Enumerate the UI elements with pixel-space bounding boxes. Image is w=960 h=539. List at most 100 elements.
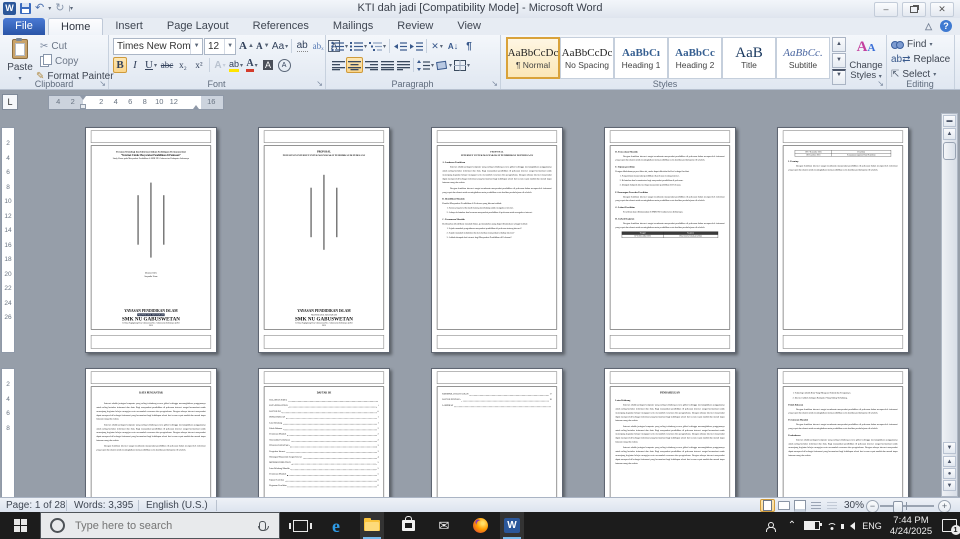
show-hidden-icons-button[interactable]: ⌃ <box>784 512 800 539</box>
ribbon-tab[interactable]: Insert <box>103 18 155 35</box>
change-styles-button[interactable]: AA Change Styles ▾ <box>848 37 884 84</box>
align-center-button[interactable] <box>346 57 363 73</box>
edge-button[interactable]: e <box>324 512 348 539</box>
tab-stop-selector[interactable]: L <box>2 94 18 110</box>
word-taskbar-button[interactable]: W <box>500 512 524 539</box>
ribbon-tab[interactable]: Home <box>48 18 104 35</box>
clipboard-dialog-launcher-icon[interactable]: ↘ <box>99 79 106 88</box>
character-shading-button[interactable]: A <box>260 57 276 73</box>
taskbar-search[interactable] <box>40 512 280 539</box>
start-button[interactable] <box>0 512 40 539</box>
style-item[interactable]: AaBbCc Heading 2 <box>668 37 722 79</box>
vertical-scrollbar[interactable]: ▬ ▲ ▼ ▲ ● ▼ <box>941 113 958 497</box>
shrink-font-button[interactable]: A ▼ <box>255 38 271 54</box>
left-indent-marker[interactable] <box>80 104 86 109</box>
file-explorer-button[interactable] <box>360 512 384 539</box>
restore-button[interactable] <box>902 2 926 17</box>
styles-dialog-launcher-icon[interactable]: ↘ <box>877 79 884 88</box>
language-tray-button[interactable]: ENG <box>860 512 884 539</box>
ribbon-tab[interactable]: View <box>445 18 493 35</box>
word-count-status[interactable]: Words: 3,395 <box>74 499 133 512</box>
justify-button[interactable] <box>379 57 395 73</box>
firefox-button[interactable] <box>468 512 492 539</box>
store-button[interactable] <box>396 512 420 539</box>
font-size-combo[interactable]: 12 ▼ <box>204 38 236 55</box>
multilevel-list-button[interactable]: ▾ <box>368 38 387 54</box>
style-item[interactable]: AaBbCcDc No Spacing <box>560 37 614 79</box>
styles-scroll-down-icon[interactable]: ▼ <box>832 53 846 68</box>
web-layout-view-button[interactable] <box>792 499 807 512</box>
phonetic-guide-button[interactable]: ab <box>294 38 310 54</box>
volume-tray-icon[interactable] <box>840 512 860 539</box>
find-button[interactable]: Find ▾ <box>891 38 932 51</box>
line-spacing-button[interactable]: ▾ <box>416 57 435 73</box>
asian-layout-button[interactable]: ✕ ▾ <box>429 38 445 54</box>
bullets-button[interactable]: ▾ <box>330 38 349 54</box>
grow-font-button[interactable]: A ▲ <box>238 38 255 54</box>
battery-tray-icon[interactable] <box>802 512 822 539</box>
view-ruler-toggle-icon[interactable]: ▬ <box>943 115 956 127</box>
document-page[interactable]: PENDAHULUAN Latar Belakang Internet adal… <box>604 368 736 497</box>
font-color-button[interactable]: A ▾ <box>244 57 260 73</box>
bold-button[interactable]: B <box>113 57 127 73</box>
first-line-indent-marker[interactable] <box>80 96 86 100</box>
ribbon-tab[interactable]: Page Layout <box>155 18 241 35</box>
document-page[interactable]: KATA PENGANTAR Internet adalah jaringan … <box>85 368 217 497</box>
scroll-up-icon[interactable]: ▲ <box>943 128 956 140</box>
people-tray-button[interactable] <box>760 512 780 539</box>
mail-button[interactable]: ✉ <box>432 512 456 539</box>
draft-view-button[interactable] <box>824 499 839 512</box>
font-name-dropdown-icon[interactable]: ▼ <box>190 39 202 54</box>
language-status[interactable]: English (U.S.) <box>146 499 208 512</box>
paste-button[interactable]: Paste ▾ <box>4 37 36 84</box>
style-item[interactable]: AaBbCı Heading 1 <box>614 37 668 79</box>
document-page[interactable]: DAFTAR ISI HALAMAN JUDUL KATA PENGANTAR i D… <box>258 368 390 497</box>
outline-view-button[interactable] <box>808 499 823 512</box>
document-page[interactable]: KESIMPULAN DAN SARAN 17 DAFTAR PUSTAKA 18 LA… <box>431 368 563 497</box>
style-item[interactable]: AaBbCc. Subtitle <box>776 37 830 79</box>
document-page[interactable]: Teknologi Adalah Ilmu Yang Mengenai Tekn… <box>777 368 909 497</box>
previous-page-icon[interactable]: ▲ <box>943 456 956 467</box>
wifi-tray-icon[interactable] <box>822 512 842 539</box>
document-page[interactable]: Peranan Teknologi dan Informasi dalam Ke… <box>85 127 217 353</box>
zoom-slider-track[interactable] <box>880 505 934 507</box>
distribute-button[interactable] <box>395 57 411 73</box>
next-page-icon[interactable]: ▼ <box>943 480 956 491</box>
action-center-button[interactable]: 1 <box>940 512 960 539</box>
sort-button[interactable]: A ↓ <box>445 38 461 54</box>
font-dialog-launcher-icon[interactable]: ↘ <box>316 79 323 88</box>
styles-more-icon[interactable]: ▼ <box>832 69 846 85</box>
copy-button[interactable]: Copy <box>40 53 78 68</box>
close-button[interactable]: ✕ <box>930 2 954 17</box>
superscript-button[interactable]: x² <box>191 57 207 73</box>
font-size-dropdown-icon[interactable]: ▼ <box>224 39 235 54</box>
zoom-level[interactable]: 30% <box>844 499 864 512</box>
select-browse-object-icon[interactable]: ● <box>943 468 956 479</box>
document-page[interactable]: D. Pemecahan Masalah Dengan demikian int… <box>604 127 736 353</box>
italic-button[interactable]: I <box>127 57 143 73</box>
font-name-combo[interactable]: Times New Roman▼ <box>113 38 203 55</box>
vertical-ruler-row2[interactable]: 2 4 6 8 <box>1 368 15 497</box>
document-page[interactable]: 16-17 Desember 2015 Penelitian 18 Desember… <box>777 127 909 353</box>
highlight-color-button[interactable]: ab ▾ <box>228 57 244 73</box>
show-hide-pilcrow-button[interactable]: ¶ <box>461 38 477 54</box>
subscript-button[interactable]: x₂ <box>175 57 191 73</box>
task-view-button[interactable] <box>288 512 312 539</box>
page-count-status[interactable]: Page: 1 of 28 <box>6 499 66 512</box>
right-indent-marker[interactable] <box>193 105 199 109</box>
decrease-indent-button[interactable] <box>392 38 408 54</box>
underline-button[interactable]: U ▾ <box>143 57 159 73</box>
document-page[interactable]: PROPOSAL PENELITIAN INTERNET UNTUK MASYA… <box>258 127 390 353</box>
numbering-button[interactable]: ▾ <box>349 38 368 54</box>
vertical-ruler[interactable]: 2 4 6 8 10 12 14 16 18 20 22 24 26 <box>1 127 15 353</box>
replace-button[interactable]: ab⇄ Replace <box>891 53 950 66</box>
clear-formatting-button[interactable]: abₓ <box>310 38 326 54</box>
styles-scroll-up-icon[interactable]: ▲ <box>832 37 846 52</box>
ribbon-tab[interactable]: Mailings <box>321 18 385 35</box>
tab-file[interactable]: File <box>3 18 45 35</box>
ribbon-tab[interactable]: Review <box>385 18 445 35</box>
help-button[interactable]: ? <box>940 20 952 32</box>
style-item[interactable]: AaBbCcDc ¶ Normal <box>506 37 560 79</box>
style-item[interactable]: AaB Title <box>722 37 776 79</box>
increase-indent-button[interactable] <box>408 38 424 54</box>
